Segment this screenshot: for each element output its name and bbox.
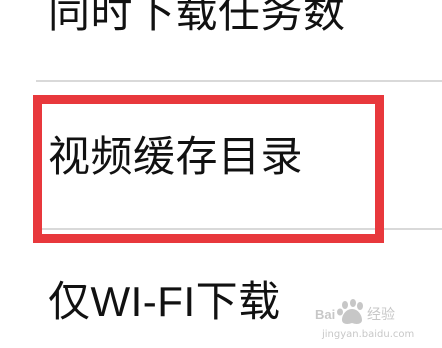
setting-row-concurrent-downloads[interactable]: 同时下载任务数 xyxy=(0,0,442,80)
watermark-brand-text: Bai xyxy=(315,307,335,322)
watermark-jingyan-text: 经验 xyxy=(367,307,395,323)
settings-list: 同时下载任务数 视频缓存目录 仅WI-FI下载 Bai 经验 jingyan.b… xyxy=(0,0,442,348)
setting-row-video-cache-directory[interactable]: 视频缓存目录 xyxy=(0,82,442,228)
setting-label-wifi-only-download: 仅WI-FI下载 xyxy=(48,278,281,325)
watermark-url: jingyan.baidu.com xyxy=(321,329,414,340)
baidu-jingyan-watermark: Bai 经验 jingyan.baidu.com xyxy=(314,294,432,342)
setting-label-video-cache-directory: 视频缓存目录 xyxy=(48,132,304,181)
setting-label-concurrent-downloads: 同时下载任务数 xyxy=(48,0,346,37)
baidu-watermark-logo: Bai 经验 jingyan.baidu.com xyxy=(315,299,414,340)
